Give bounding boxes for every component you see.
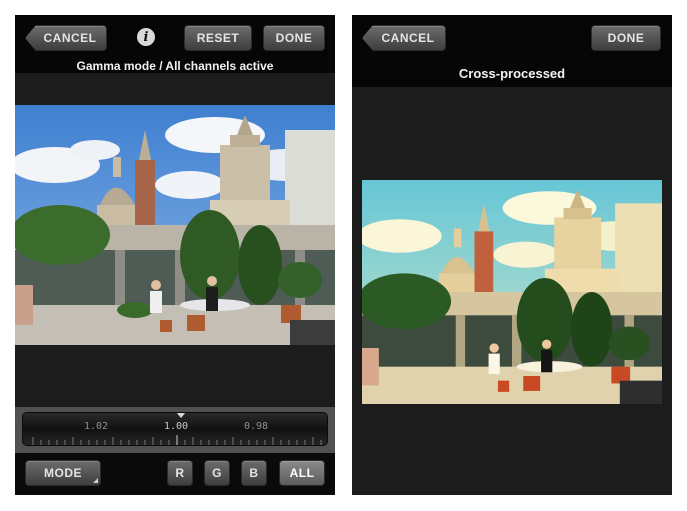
mode-title: Gamma mode / All channels active <box>76 59 274 73</box>
mode-button[interactable]: MODE <box>25 460 101 486</box>
edit-screen-cross-processed: CANCEL DONE Cross-processed <box>352 15 672 495</box>
done-button[interactable]: DONE <box>263 25 325 51</box>
edit-screen-gamma: CANCEL i RESET DONE Gamma mode / All cha… <box>15 15 335 495</box>
slider-label-1-00: 1.00 <box>164 421 189 432</box>
channel-g-button[interactable]: G <box>204 460 230 486</box>
mode-button-label: MODE <box>44 466 82 480</box>
bottom-toolbar: MODE R G B ALL <box>15 453 335 495</box>
cancel-button[interactable]: CANCEL <box>362 25 446 51</box>
corner-arrow-icon <box>93 478 98 483</box>
slider-label-0-98: 0.98 <box>244 421 269 432</box>
channel-b-button[interactable]: B <box>241 460 267 486</box>
photo-preview <box>15 105 335 345</box>
channel-r-button[interactable]: R <box>167 460 193 486</box>
photo-preview <box>362 180 662 404</box>
cancel-button[interactable]: CANCEL <box>25 25 107 51</box>
info-icon[interactable]: i <box>137 28 155 46</box>
done-button[interactable]: DONE <box>591 25 661 51</box>
slider-pointer-icon <box>176 413 186 418</box>
mode-title: Cross-processed <box>458 66 566 81</box>
channel-all-button[interactable]: ALL <box>279 460 325 486</box>
top-toolbar: CANCEL DONE Cross-processed <box>352 15 672 87</box>
slider-label-1-02: 1.02 <box>84 421 109 432</box>
top-toolbar: CANCEL i RESET DONE Gamma mode / All cha… <box>15 15 335 73</box>
gamma-slider[interactable]: 1.02 1.00 0.98 <box>22 412 328 446</box>
reset-button[interactable]: RESET <box>184 25 252 51</box>
